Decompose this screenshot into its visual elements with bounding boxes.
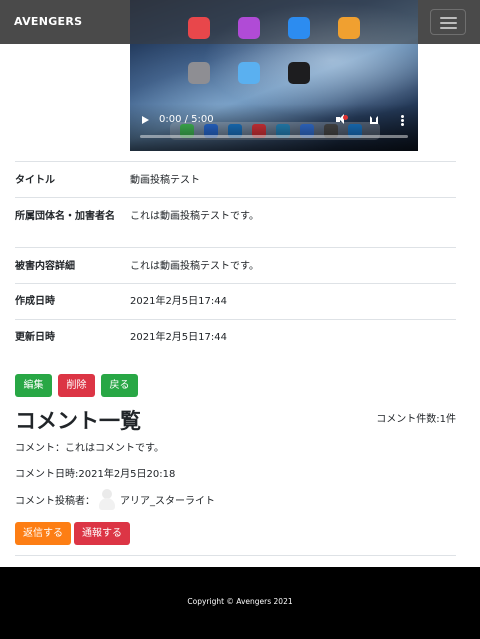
edit-button[interactable]: 編集	[15, 374, 52, 397]
dot	[401, 119, 404, 122]
detail-row-damage: 被害内容詳細 これは動画投稿テストです。	[15, 247, 456, 283]
play-icon[interactable]	[142, 116, 149, 124]
video-progress-track[interactable]	[140, 135, 408, 138]
footer: Copyright © Avengers 2021	[0, 567, 480, 639]
copyright-text: Copyright © Avengers 2021	[187, 597, 293, 606]
delete-button[interactable]: 削除	[58, 374, 95, 397]
fullscreen-icon[interactable]	[370, 116, 378, 124]
comment-count: コメント件数:1件	[376, 414, 456, 425]
app-icon	[338, 17, 360, 39]
avatar	[97, 488, 117, 510]
detail-label: タイトル	[15, 175, 55, 186]
settings-app-icon	[188, 62, 210, 84]
comments-heading: コメント一覧	[15, 409, 141, 433]
comment-text: コメント：これはコメントです。	[15, 443, 164, 454]
mute-button[interactable]	[336, 114, 348, 126]
detail-row-created: 作成日時 2021年2月5日17:44	[15, 283, 456, 319]
video-time: 0:00 / 5:00	[159, 114, 214, 125]
brand-logo[interactable]: AVENGERS	[14, 15, 82, 28]
comment-datetime: コメント日時:2021年2月5日20:18	[15, 469, 176, 480]
divider	[15, 555, 456, 556]
detail-label: 更新日時	[15, 332, 55, 343]
reply-button[interactable]: 返信する	[15, 522, 71, 545]
video-player[interactable]: 0:00 / 5:00	[130, 0, 418, 151]
comment-poster-name[interactable]: アリア_スターライト	[120, 492, 215, 507]
detail-value: 動画投稿テスト	[130, 175, 200, 186]
dot	[401, 123, 404, 126]
video-controls	[130, 104, 418, 151]
detail-value: これは動画投稿テストです。	[130, 261, 259, 272]
hamburger-menu-button[interactable]	[430, 9, 466, 35]
more-options-icon[interactable]	[401, 115, 404, 126]
avatar-body	[99, 498, 115, 510]
comment-poster-label: コメント投稿者：	[15, 496, 95, 507]
detail-row-title: タイトル 動画投稿テスト	[15, 161, 456, 197]
detail-value: 2021年2月5日17:44	[130, 296, 227, 307]
report-button[interactable]: 通報する	[74, 522, 130, 545]
video-top-shade	[130, 0, 418, 44]
hamburger-bar	[440, 27, 457, 29]
detail-row-updated: 更新日時 2021年2月5日17:44	[15, 319, 456, 355]
back-button[interactable]: 戻る	[101, 374, 138, 397]
detail-value: 2021年2月5日17:44	[130, 332, 227, 343]
app-icon	[288, 62, 310, 84]
detail-row-organization: 所属団体名・加害者名 これは動画投稿テストです。	[15, 197, 456, 247]
detail-label: 所属団体名・加害者名	[15, 211, 115, 222]
app-icon	[288, 17, 310, 39]
muted-indicator	[343, 115, 348, 120]
hamburger-menu-icon	[440, 17, 457, 19]
app-icon	[238, 17, 260, 39]
app-icon	[188, 17, 210, 39]
app-icon	[238, 62, 260, 84]
hamburger-bar	[440, 22, 457, 24]
detail-value: これは動画投稿テストです。	[130, 211, 259, 222]
detail-label: 作成日時	[15, 296, 55, 307]
detail-label: 被害内容詳細	[15, 261, 75, 272]
dot	[401, 115, 404, 118]
